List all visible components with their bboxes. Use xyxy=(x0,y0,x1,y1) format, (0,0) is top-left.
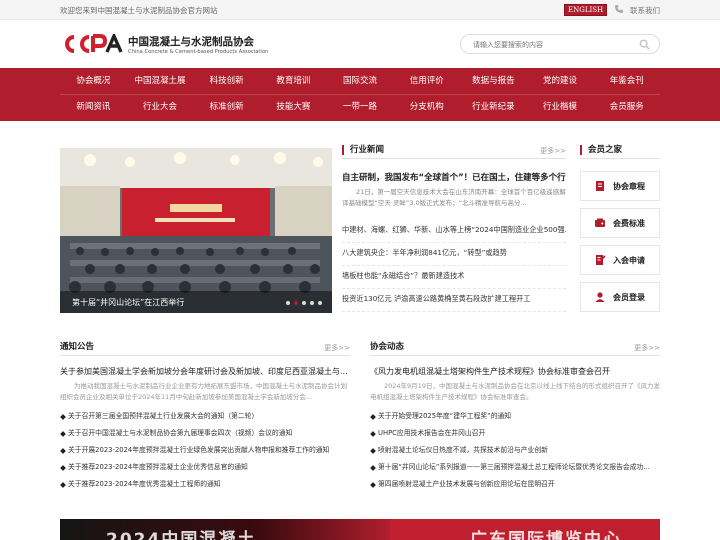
nav-row-1: 协会概况 中国混凝土展 科技创新 教育培训 国际交流 信用评价 数据与报告 党的… xyxy=(60,68,660,94)
list-item[interactable]: UHPC应用技术报告会在井冈山召开 xyxy=(370,425,660,442)
phone-icon xyxy=(614,4,624,14)
section-title: 协会动态 xyxy=(370,342,405,352)
list-item[interactable]: 墙板柱也能“永磁结合”？最新建造技术 xyxy=(342,266,566,289)
notice-header: 通知公告 更多>> xyxy=(60,342,350,356)
image-slider[interactable]: 第十届“井冈山论坛”在江西举行 xyxy=(60,148,332,313)
nav-item[interactable]: 科技创新 xyxy=(193,68,260,94)
list-item[interactable]: 关于召开第三届全国预拌混凝土行业发展大会的通知（第二轮） xyxy=(60,408,350,425)
nav-item[interactable]: 数据与报告 xyxy=(460,68,527,94)
nav-item[interactable]: 年鉴会刊 xyxy=(593,68,660,94)
list-item[interactable]: 关于开展2023-2024年度预拌混凝土行业绿色发展突出贡献人物申报和推荐工作的… xyxy=(60,442,350,459)
section-title: 行业新闻 xyxy=(342,145,384,155)
member-card-label: 会费标准 xyxy=(613,218,645,228)
banner-left-text: 2024中国混凝土 xyxy=(106,530,257,540)
section-title: 通知公告 xyxy=(60,342,95,352)
list-item[interactable]: 八大建筑央企：半年净利润841亿元，“转型”或趋势 xyxy=(342,243,566,266)
membership-fee-button[interactable]: 会费标准 xyxy=(580,208,660,238)
nav-item[interactable]: 新闻资讯 xyxy=(60,94,127,120)
contact-link[interactable]: 联系我们 xyxy=(630,5,660,16)
list-item[interactable]: 喷射混凝土论坛仪日热度不减，共探技术前沿与产业创新 xyxy=(370,442,660,459)
more-link[interactable]: 更多>> xyxy=(540,146,566,156)
list-item[interactable]: 第十届“井冈山论坛”系列报道——第三届预拌混凝土总工程师论坛暨优秀论文报告会成功… xyxy=(370,459,660,476)
nav-item[interactable]: 分支机构 xyxy=(393,94,460,120)
notice-list: 关于召开第三届全国预拌混凝土行业发展大会的通知（第二轮） 关于召开中国混凝土与水… xyxy=(60,408,350,493)
wallet-icon xyxy=(594,217,606,229)
member-card-label: 会员登录 xyxy=(613,292,645,302)
list-item[interactable]: 关于推荐2023-2024年度预拌混凝土企业优秀信息官的通知 xyxy=(60,459,350,476)
nav-item[interactable]: 一带一路 xyxy=(327,94,394,120)
assoc-feature-description: 2024年9月19日，中国混凝土与水泥制品协会在北京以线上线下结合的形式组织召开… xyxy=(370,382,660,401)
more-link[interactable]: 更多>> xyxy=(634,343,660,353)
list-item[interactable]: 关于召开中国混凝土与水泥制品协会第九届理事会四次（视频）会议的通知 xyxy=(60,425,350,442)
nav-item[interactable]: 行业大会 xyxy=(127,94,194,120)
section-title: 会员之家 xyxy=(580,145,622,155)
member-login-button[interactable]: 会员登录 xyxy=(580,282,660,312)
ccpa-logo[interactable] xyxy=(60,31,124,54)
user-icon xyxy=(594,291,606,303)
main-navigation: 协会概况 中国混凝土展 科技创新 教育培训 国际交流 信用评价 数据与报告 党的… xyxy=(0,68,720,121)
list-item[interactable]: 关于开始受理2025年度“建华工程奖”的通知 xyxy=(370,408,660,425)
member-home-header: 会员之家 xyxy=(580,145,660,159)
nav-item[interactable]: 国际交流 xyxy=(327,68,394,94)
member-card-label: 协会章程 xyxy=(613,181,645,191)
slider-dot[interactable] xyxy=(310,301,314,305)
industry-news-header: 行业新闻 更多>> xyxy=(342,145,566,159)
nav-item[interactable]: 信用评价 xyxy=(393,68,460,94)
nav-item[interactable]: 标准创新 xyxy=(193,94,260,120)
search-input[interactable] xyxy=(473,38,633,51)
slider-dot[interactable] xyxy=(318,301,322,305)
nav-item[interactable]: 教育培训 xyxy=(260,68,327,94)
association-news-header: 协会动态 更多>> xyxy=(370,342,660,356)
banner-right-text: 广东国际博览中心 xyxy=(470,530,622,540)
nav-item[interactable]: 党的建设 xyxy=(527,68,594,94)
nav-item[interactable]: 协会概况 xyxy=(60,68,127,94)
notice-feature-description: 为推动我国混凝土与水泥制品行业企业更有力地拓展东盟市场，中国混凝土与水泥制品协会… xyxy=(60,382,347,401)
logo-english-name: China Concrete & Cement-based Products A… xyxy=(128,49,269,55)
english-button[interactable]: ENGLISH xyxy=(564,4,608,16)
member-card-label: 入会申请 xyxy=(613,255,645,265)
more-link[interactable]: 更多>> xyxy=(324,343,350,353)
nav-item[interactable]: 行业楷模 xyxy=(527,94,594,120)
application-form-icon xyxy=(594,254,606,266)
nav-item[interactable]: 技能大赛 xyxy=(260,94,327,120)
slider-dots xyxy=(286,301,322,305)
news-list: 中建材、海螺、红狮、华新、山水等上榜“2024中国制造业企业500强... 八大… xyxy=(342,220,566,312)
nav-row-2: 新闻资讯 行业大会 标准创新 技能大赛 一带一路 分支机构 行业新纪录 行业楷模… xyxy=(60,94,660,120)
welcome-text: 欢迎您来到中国混凝土与水泥制品协会官方网站 xyxy=(60,6,218,15)
logo-chinese-name: 中国混凝土与水泥制品协会 xyxy=(128,36,254,48)
member-charter-button[interactable]: 协会章程 xyxy=(580,171,660,201)
slide-caption[interactable]: 第十届“井冈山论坛”在江西举行 xyxy=(72,297,184,308)
list-item[interactable]: 中建材、海螺、红狮、华新、山水等上榜“2024中国制造业企业500强... xyxy=(342,220,566,243)
search-box xyxy=(460,34,660,54)
nav-item[interactable]: 行业新纪录 xyxy=(460,94,527,120)
slider-dot-active[interactable] xyxy=(294,301,298,305)
membership-apply-button[interactable]: 入会申请 xyxy=(580,245,660,275)
list-item[interactable]: 关于推荐2023-2024年度优秀混凝土工程师的通知 xyxy=(60,476,350,493)
news-feature-title[interactable]: 自主研制，我国发布“全球首个”！已在国土，住建等多个行... xyxy=(342,171,566,183)
news-feature-description: 21日，第一届空天信息技术大会在山东济南开幕：全球首个百亿级遥感解译基础模型“空… xyxy=(342,188,566,207)
slider-dot[interactable] xyxy=(302,301,306,305)
nav-item[interactable]: 会员服务 xyxy=(593,94,660,120)
assoc-feature-title[interactable]: 《风力发电机组混凝土塔架构件生产技术规程》协会标准审查会召开 xyxy=(370,366,660,377)
list-item[interactable]: 第四届喷射混凝土产业技术发展与创新应用论坛在昆明召开 xyxy=(370,476,660,493)
conference-photo xyxy=(60,148,332,313)
list-item[interactable]: 投资近130亿元 泸渝高速公路黄桷至黄石段改扩建工程开工 xyxy=(342,289,566,312)
notice-feature-title[interactable]: 关于参加美国混凝土学会新加坡分会年度研讨会及新加坡、印度尼西亚混凝土与... xyxy=(60,366,350,377)
slider-dot[interactable] xyxy=(286,301,290,305)
document-icon xyxy=(594,180,606,192)
top-bar: 欢迎您来到中国混凝土与水泥制品协会官方网站 ENGLISH 联系我们 xyxy=(0,0,720,20)
nav-item[interactable]: 中国混凝土展 xyxy=(127,68,194,94)
exhibition-banner[interactable]: 2024中国混凝土 广东国际博览中心 xyxy=(60,519,660,540)
association-news-list: 关于开始受理2025年度“建华工程奖”的通知 UHPC应用技术报告会在井冈山召开… xyxy=(370,408,660,493)
search-icon[interactable] xyxy=(639,39,650,50)
